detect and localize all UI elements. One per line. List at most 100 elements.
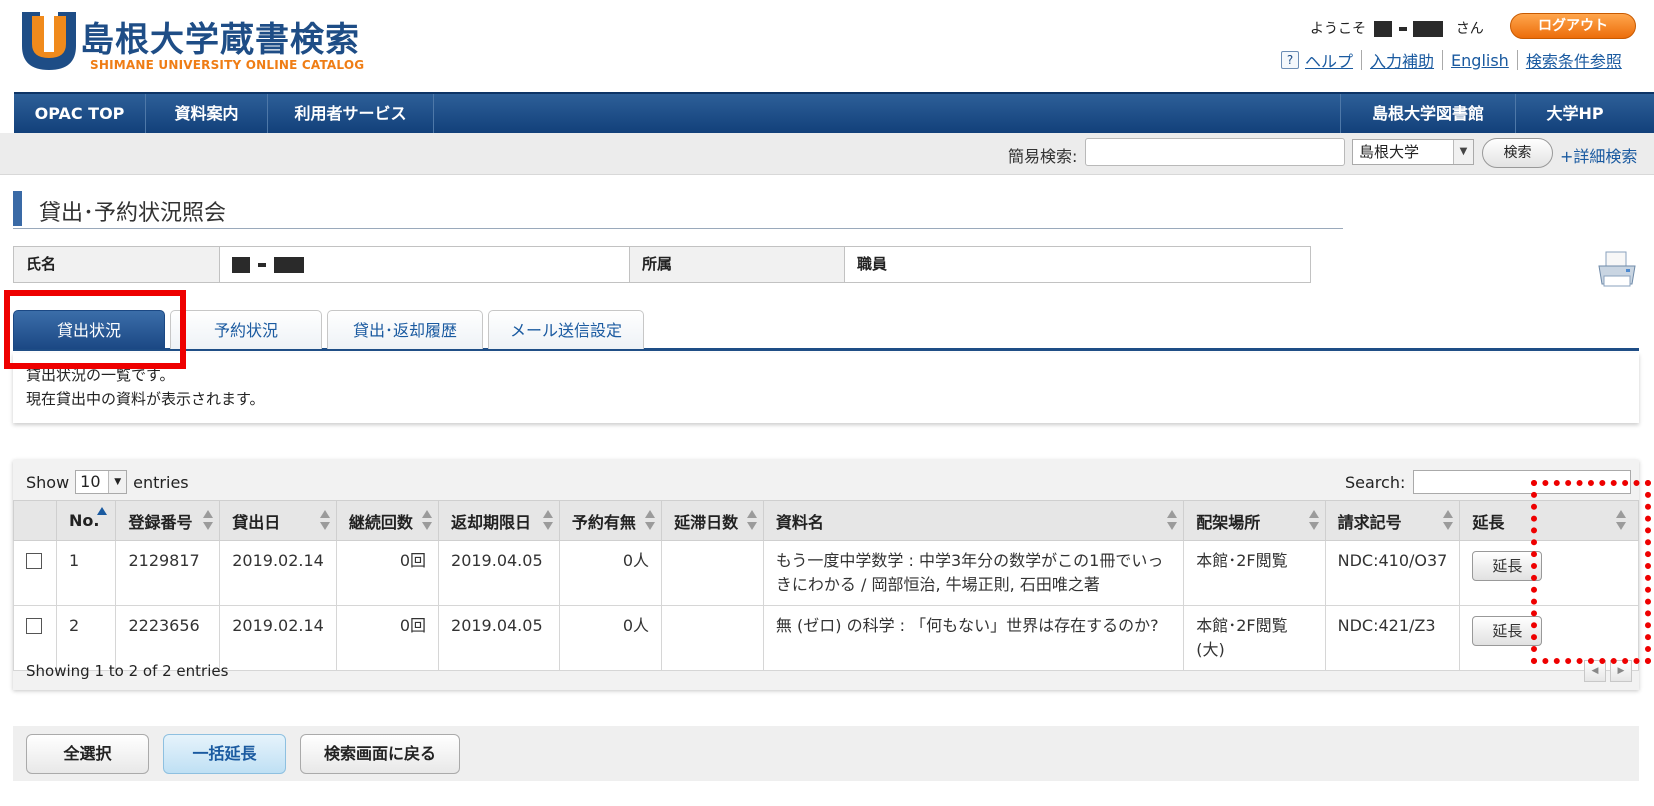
col-location[interactable]: 配架場所 bbox=[1183, 500, 1326, 541]
col-due-date[interactable]: 返却期限日 bbox=[438, 500, 560, 541]
nav-materials-guide[interactable]: 資料案内 bbox=[146, 94, 268, 133]
description-line: 貸出状況の一覧です。 bbox=[26, 366, 175, 384]
cell-registration-no: 2129817 bbox=[115, 540, 221, 606]
table-info: Showing 1 to 2 of 2 entries bbox=[26, 662, 229, 680]
sort-asc-icon bbox=[96, 507, 107, 529]
tab-reservation-status[interactable]: 予約状況 bbox=[170, 310, 322, 349]
cell-overdue-days bbox=[661, 605, 764, 671]
help-link[interactable]: ヘルプ bbox=[1305, 48, 1353, 72]
col-title[interactable]: 資料名 bbox=[762, 500, 1185, 541]
extend-button[interactable]: 延長 bbox=[1472, 551, 1543, 581]
quick-search-label: 簡易検索: bbox=[1008, 147, 1078, 166]
cell-no: 2 bbox=[55, 605, 117, 671]
cell-holds: 0人 bbox=[558, 605, 663, 671]
search-conditions-link[interactable]: 検索条件参照 bbox=[1526, 48, 1622, 72]
col-loan-date[interactable]: 貸出日 bbox=[219, 500, 337, 541]
col-extend[interactable]: 延長 bbox=[1459, 500, 1639, 541]
search-scope-value: 島根大学 bbox=[1359, 143, 1420, 161]
dept-label: 所属 bbox=[630, 247, 845, 282]
table-search-input[interactable] bbox=[1413, 470, 1632, 494]
link-separator bbox=[1516, 50, 1518, 70]
col-renewals[interactable]: 継続回数 bbox=[335, 500, 440, 541]
title-accent-bar bbox=[13, 191, 22, 226]
select-all-button[interactable]: 全選択 bbox=[26, 734, 149, 774]
back-to-search-button[interactable]: 検索画面に戻る bbox=[300, 734, 460, 774]
col-registration-no[interactable]: 登録番号 bbox=[115, 500, 221, 541]
sort-icon bbox=[1167, 510, 1178, 532]
user-info-table: 氏名 所属 職員 bbox=[13, 246, 1311, 283]
page-length-select[interactable]: 10 ▼ bbox=[75, 470, 128, 494]
quick-search-bar: 簡易検索: 島根大学 ▼ 検索 +詳細検索 bbox=[0, 133, 1654, 175]
welcome-message: ようこそ さん bbox=[1310, 18, 1484, 38]
cell-title: 無 (ゼロ) の科学 : 「何もない」世界は存在するのか? bbox=[762, 605, 1185, 671]
redacted-username bbox=[1374, 21, 1393, 37]
sort-icon bbox=[746, 510, 757, 532]
printer-icon[interactable] bbox=[1596, 250, 1638, 290]
advanced-search-link[interactable]: +詳細検索 bbox=[1560, 143, 1637, 167]
redacted-name bbox=[232, 256, 250, 273]
nav-library[interactable]: 島根大学図書館 bbox=[1340, 94, 1515, 133]
cell-location: 本館･2F閲覧(大) bbox=[1183, 605, 1326, 671]
row-checkbox[interactable] bbox=[26, 553, 42, 569]
logo-subtitle: SHIMANE UNIVERSITY ONLINE CATALOG bbox=[90, 58, 365, 72]
col-checkbox bbox=[13, 500, 57, 541]
help-icon[interactable]: ? bbox=[1281, 51, 1299, 69]
quick-search-input[interactable] bbox=[1085, 138, 1345, 166]
table-header-row: No. 登録番号 貸出日 継続回数 返却期限日 予約有無 延滞日数 資料名 配架… bbox=[13, 500, 1639, 541]
table-row: 1 2129817 2019.02.14 0回 2019.04.05 0人 もう… bbox=[13, 540, 1639, 606]
sort-icon bbox=[645, 510, 656, 532]
bottom-action-bar: 全選択 一括延長 検索画面に戻る bbox=[13, 726, 1639, 781]
sort-icon bbox=[1616, 510, 1626, 532]
page-title: 貸出･予約状況照会 bbox=[39, 201, 227, 226]
cell-loan-date: 2019.02.14 bbox=[219, 605, 337, 671]
logout-button[interactable]: ログアウト bbox=[1510, 13, 1636, 39]
table-search-label: Search: bbox=[1345, 472, 1406, 492]
chevron-down-icon: ▼ bbox=[108, 471, 127, 493]
header-links: ? ヘルプ 入力補助 English 検索条件参照 bbox=[1281, 48, 1622, 72]
site-header: 島根大学蔵書検索 SHIMANE UNIVERSITY ONLINE CATAL… bbox=[0, 0, 1654, 92]
cell-no: 1 bbox=[55, 540, 117, 606]
search-scope-select[interactable]: 島根大学 ▼ bbox=[1352, 139, 1474, 165]
cell-title: もう一度中学数学 : 中学3年分の数学がこの1冊でいっきにわかる / 岡部恒治,… bbox=[762, 540, 1185, 606]
redacted-username-part bbox=[1413, 21, 1444, 37]
sort-icon bbox=[1308, 510, 1319, 532]
link-separator bbox=[1442, 50, 1444, 70]
prev-page-icon[interactable]: ◀ bbox=[1584, 660, 1606, 682]
cell-renewals: 0回 bbox=[335, 540, 440, 606]
input-assist-link[interactable]: 入力補助 bbox=[1370, 48, 1434, 72]
col-call-number[interactable]: 請求記号 bbox=[1324, 500, 1461, 541]
cell-call-number: NDC:410/O37 bbox=[1324, 540, 1461, 606]
tab-mail-settings[interactable]: メール送信設定 bbox=[488, 310, 644, 349]
col-holds[interactable]: 予約有無 bbox=[558, 500, 663, 541]
loan-table: No. 登録番号 貸出日 継続回数 返却期限日 予約有無 延滞日数 資料名 配架… bbox=[13, 500, 1639, 671]
table-search: Search: bbox=[1345, 470, 1632, 494]
search-button[interactable]: 検索 bbox=[1482, 138, 1553, 168]
cell-overdue-days bbox=[661, 540, 764, 606]
page-length-control: Show 10 ▼ entries bbox=[26, 470, 189, 494]
description-line: 現在貸出中の資料が表示されます。 bbox=[26, 390, 265, 408]
welcome-suffix: さん bbox=[1455, 21, 1484, 37]
tab-loan-return-history[interactable]: 貸出･返却履歴 bbox=[327, 310, 483, 349]
table-row: 2 2223656 2019.02.14 0回 2019.04.05 0人 無 … bbox=[13, 605, 1639, 671]
col-overdue-days[interactable]: 延滞日数 bbox=[661, 500, 764, 541]
nav-user-services[interactable]: 利用者サービス bbox=[268, 94, 434, 133]
nav-opac-top[interactable]: OPAC TOP bbox=[14, 94, 146, 133]
sort-icon bbox=[422, 510, 433, 532]
welcome-prefix: ようこそ bbox=[1310, 21, 1366, 37]
cell-due-date: 2019.04.05 bbox=[438, 540, 560, 606]
next-page-icon[interactable]: ▶ bbox=[1610, 660, 1632, 682]
status-tabs: 貸出状況 予約状況 貸出･返却履歴 メール送信設定 bbox=[13, 310, 1639, 351]
bulk-extend-button[interactable]: 一括延長 bbox=[163, 734, 286, 774]
english-link[interactable]: English bbox=[1451, 51, 1509, 70]
col-no[interactable]: No. bbox=[55, 500, 117, 541]
name-value bbox=[220, 247, 630, 282]
row-checkbox[interactable] bbox=[26, 618, 42, 634]
cell-call-number: NDC:421/Z3 bbox=[1324, 605, 1461, 671]
entries-label: entries bbox=[133, 472, 189, 492]
redacted-name-part bbox=[274, 256, 305, 273]
extend-button[interactable]: 延長 bbox=[1472, 616, 1543, 646]
cell-extend: 延長 bbox=[1459, 540, 1639, 606]
tab-loan-status[interactable]: 貸出状況 bbox=[13, 310, 165, 349]
nav-university-hp[interactable]: 大学HP bbox=[1515, 94, 1634, 133]
redacted-username-part bbox=[1398, 27, 1407, 31]
